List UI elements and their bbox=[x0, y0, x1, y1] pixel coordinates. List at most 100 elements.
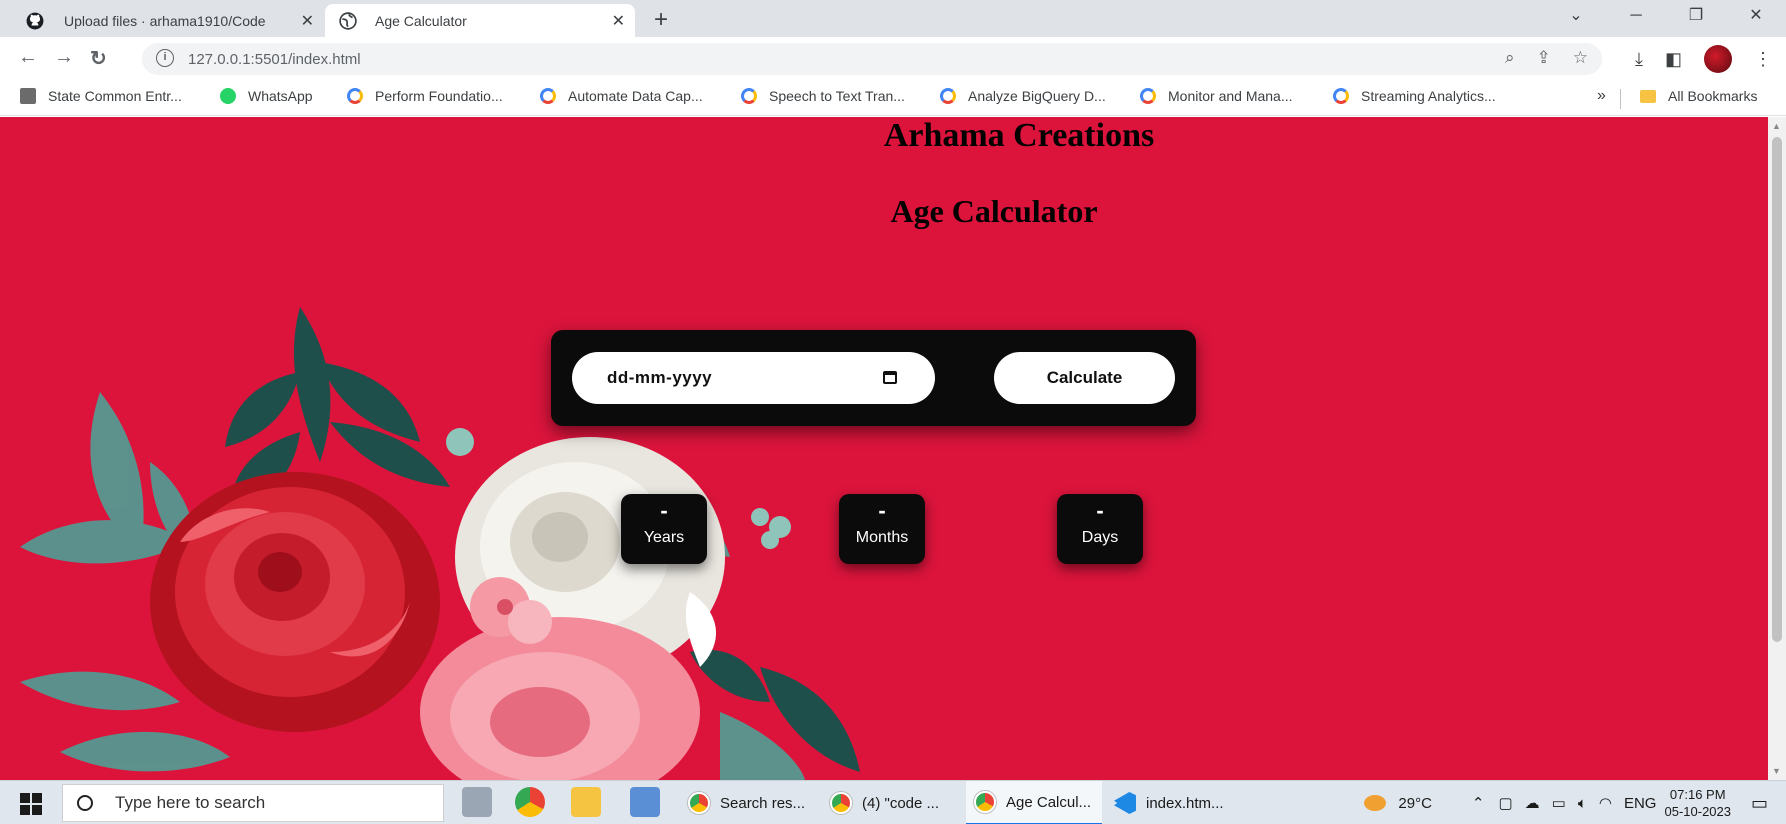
back-arrow-icon[interactable]: ← bbox=[18, 46, 38, 69]
scroll-thumb[interactable] bbox=[1772, 137, 1782, 642]
bookmark-item[interactable]: Speech to Text Tran... bbox=[741, 88, 905, 104]
bookmark-item[interactable]: Analyze BigQuery D... bbox=[940, 88, 1106, 104]
chrome-icon bbox=[830, 792, 852, 814]
close-tab-icon[interactable]: ✕ bbox=[301, 11, 314, 31]
tab-search-icon[interactable]: ⌄ bbox=[1546, 0, 1606, 37]
search-icon bbox=[77, 795, 93, 811]
calculator-card: dd-mm-yyyy Calculate bbox=[551, 330, 1196, 426]
clock[interactable]: 07:16 PM 05-10-2023 bbox=[1664, 786, 1731, 820]
star-icon[interactable]: ☆ bbox=[1573, 48, 1588, 68]
address-bar[interactable]: i 127.0.0.1:5501/index.html ⌕ ⇪ ☆ bbox=[142, 43, 1602, 75]
bookmark-label: WhatsApp bbox=[248, 88, 313, 104]
taskbar-search[interactable]: Type here to search bbox=[62, 784, 444, 822]
tab-strip: Upload files · arhama1910/Code ✕ Age Cal… bbox=[0, 0, 1786, 37]
browser-toolbar: ← → ↻ i 127.0.0.1:5501/index.html ⌕ ⇪ ☆ … bbox=[0, 37, 1786, 81]
bookmarks-bar: State Common Entr... WhatsApp Perform Fo… bbox=[0, 81, 1786, 116]
scroll-down-arrow-icon[interactable]: ▼ bbox=[1772, 766, 1781, 776]
weather-icon[interactable] bbox=[1364, 795, 1387, 811]
menu-icon[interactable]: ⋮ bbox=[1754, 49, 1772, 70]
bookmark-item[interactable]: Perform Foundatio... bbox=[347, 88, 503, 104]
bookmark-item[interactable]: State Common Entr... bbox=[20, 88, 182, 104]
date-input[interactable]: dd-mm-yyyy bbox=[572, 352, 935, 404]
clock-time: 07:16 PM bbox=[1669, 787, 1726, 802]
site-info-icon[interactable]: i bbox=[156, 49, 174, 67]
bookmark-item[interactable]: Automate Data Cap... bbox=[540, 88, 703, 104]
bookmark-label: State Common Entr... bbox=[48, 88, 182, 104]
calculate-button[interactable]: Calculate bbox=[994, 352, 1175, 404]
days-value: - bbox=[1096, 498, 1104, 523]
close-window-button[interactable]: ✕ bbox=[1726, 0, 1786, 37]
url-text[interactable]: 127.0.0.1:5501/index.html bbox=[188, 51, 361, 68]
page-viewport: Arhama Creations Age Calculator dd-mm-yy… bbox=[0, 117, 1768, 780]
toolbar-right: ⤓ ◧ ⋮ bbox=[1635, 37, 1786, 81]
emblem-icon bbox=[20, 88, 36, 104]
restore-button[interactable]: ❐ bbox=[1666, 0, 1726, 37]
task-search-results[interactable]: Search res... bbox=[688, 781, 816, 824]
system-tray: 29°C ⌃ ▢ ☁ ▭ 🔈︎ ◠ ENG 07:16 PM 05-10-202… bbox=[1364, 781, 1786, 824]
language-indicator[interactable]: ENG bbox=[1624, 795, 1657, 812]
close-tab-icon[interactable]: ✕ bbox=[612, 11, 625, 31]
meet-icon[interactable]: ▢ bbox=[1498, 794, 1512, 812]
battery-icon[interactable]: ▭ bbox=[1552, 794, 1566, 812]
task-label: Search res... bbox=[720, 794, 806, 812]
file-explorer-icon[interactable] bbox=[571, 787, 601, 817]
chrome-icon[interactable] bbox=[515, 787, 545, 817]
new-tab-button[interactable]: + bbox=[654, 6, 668, 34]
volume-icon[interactable]: 🔈︎ bbox=[1578, 795, 1587, 812]
folder-icon bbox=[1640, 89, 1656, 103]
bookmark-item[interactable]: WhatsApp bbox=[220, 88, 313, 104]
download-icon[interactable]: ⤓ bbox=[1635, 49, 1643, 70]
weather-temp[interactable]: 29°C bbox=[1398, 795, 1432, 812]
bookmark-label: Perform Foundatio... bbox=[375, 88, 503, 104]
floral-illustration bbox=[20, 307, 860, 780]
chevron-up-icon[interactable]: ⌃ bbox=[1472, 794, 1485, 812]
scroll-up-arrow-icon[interactable]: ▲ bbox=[1772, 121, 1781, 131]
whatsapp-icon bbox=[220, 88, 236, 104]
google-cloud-icon bbox=[1333, 88, 1349, 104]
bookmark-label: Automate Data Cap... bbox=[568, 88, 703, 104]
google-cloud-icon bbox=[741, 88, 757, 104]
cloud-icon[interactable]: ☁ bbox=[1525, 794, 1540, 812]
bookmark-label: Analyze BigQuery D... bbox=[968, 88, 1106, 104]
years-label: Years bbox=[643, 529, 685, 546]
notification-icon[interactable]: ▭ bbox=[1751, 793, 1768, 814]
tab-title: Upload files · arhama1910/Code bbox=[64, 12, 266, 29]
windows-taskbar: Type here to search Search res... (4) "c… bbox=[0, 780, 1786, 824]
calendar-icon[interactable] bbox=[883, 371, 897, 384]
months-label: Months bbox=[855, 529, 909, 546]
more-bookmarks-icon[interactable]: » bbox=[1597, 87, 1606, 105]
bookmark-item[interactable]: Monitor and Mana... bbox=[1140, 88, 1293, 104]
reload-icon[interactable]: ↻ bbox=[90, 46, 107, 71]
days-label: Days bbox=[1081, 529, 1119, 546]
google-cloud-icon bbox=[540, 88, 556, 104]
task-label: index.htm... bbox=[1146, 794, 1224, 812]
page-title: Age Calculator bbox=[890, 193, 1098, 229]
all-bookmarks-folder[interactable]: All Bookmarks bbox=[1640, 88, 1757, 104]
wifi-icon[interactable]: ◠ bbox=[1599, 794, 1612, 812]
minimize-button[interactable]: ─ bbox=[1606, 0, 1666, 37]
years-value: - bbox=[660, 498, 668, 523]
tab-age-calculator[interactable]: Age Calculator ✕ bbox=[325, 4, 635, 37]
vscode-icon bbox=[1114, 792, 1136, 814]
page-scrollbar[interactable]: ▲ ▼ bbox=[1768, 117, 1786, 780]
github-icon bbox=[26, 12, 44, 29]
months-value: - bbox=[878, 498, 886, 523]
task-label: Age Calcul... bbox=[1006, 793, 1092, 811]
task-vscode[interactable]: index.htm... bbox=[1114, 781, 1244, 824]
chrome-icon bbox=[974, 791, 996, 813]
side-panel-icon[interactable]: ◧ bbox=[1665, 49, 1682, 70]
task-code-search[interactable]: (4) "code ... bbox=[830, 781, 958, 824]
profile-avatar[interactable] bbox=[1704, 45, 1732, 73]
windows-start-icon[interactable] bbox=[20, 793, 42, 815]
bookmark-item[interactable]: Streaming Analytics... bbox=[1333, 88, 1496, 104]
forward-arrow-icon[interactable]: → bbox=[54, 46, 74, 69]
zoom-icon[interactable]: ⌕ bbox=[1505, 48, 1515, 68]
app-window-icon[interactable] bbox=[630, 787, 660, 817]
search-placeholder: Type here to search bbox=[115, 793, 266, 812]
tab-upload-files[interactable]: Upload files · arhama1910/Code ✕ bbox=[12, 4, 324, 37]
file-icon[interactable] bbox=[462, 787, 492, 817]
result-days: - Days bbox=[1057, 494, 1143, 564]
google-cloud-icon bbox=[940, 88, 956, 104]
task-age-calculator[interactable]: Age Calcul... bbox=[966, 781, 1102, 824]
share-icon[interactable]: ⇪ bbox=[1537, 48, 1551, 68]
